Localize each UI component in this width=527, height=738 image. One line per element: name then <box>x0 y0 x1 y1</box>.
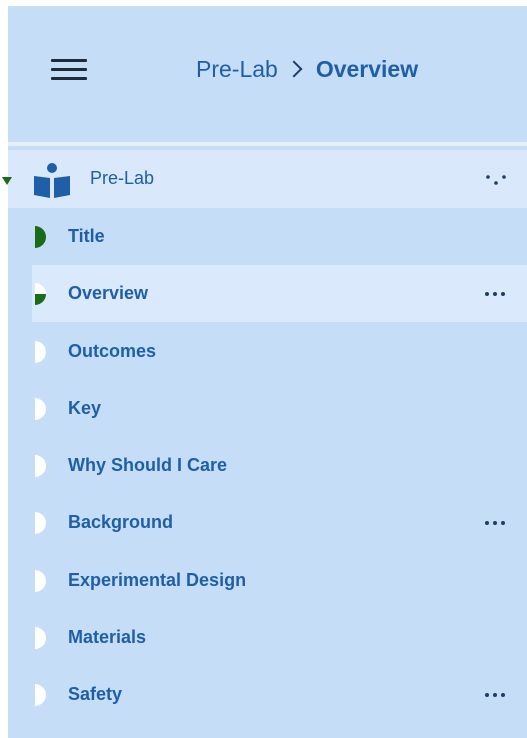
section-label: Pre-Lab <box>90 168 155 188</box>
nav-item-safety[interactable]: Safety <box>8 666 527 723</box>
nav-item-label: Experimental Design <box>68 569 247 590</box>
section-header-pre-lab[interactable]: Pre-Lab <box>2 150 527 208</box>
incomplete-progress-icon <box>35 397 46 420</box>
complete-progress-icon <box>35 226 46 248</box>
nav-item-title[interactable]: Title <box>8 208 527 265</box>
nav-item-label: Key <box>68 397 102 418</box>
nav-item-outcomes[interactable]: Outcomes <box>8 323 527 380</box>
breadcrumb-current-page: Overview <box>315 55 419 82</box>
incomplete-progress-icon <box>35 455 46 478</box>
nav-item-label: Why Should I Care <box>68 455 228 476</box>
breadcrumb-parent-link[interactable]: Pre-Lab <box>196 56 278 83</box>
nav-item-label: Title <box>68 226 105 246</box>
nav-item-overview[interactable]: Overview <box>8 265 527 323</box>
nav-list: Title Overview Outcomes Key Why Should I Car… <box>8 208 527 724</box>
nav-item-label: Overview <box>68 283 149 304</box>
panel-header: Pre-Lab Overview <box>8 6 527 142</box>
nav-item-label: Materials <box>68 627 147 648</box>
incomplete-progress-icon <box>35 627 46 650</box>
nav-item-experimental-design[interactable]: Experimental Design <box>8 552 527 609</box>
nav-item-key[interactable]: Key <box>8 380 527 437</box>
expanded-caret-icon <box>2 177 12 185</box>
chevron-right-icon <box>285 60 303 78</box>
nav-item-label: Outcomes <box>68 340 157 361</box>
incomplete-progress-icon <box>35 569 46 592</box>
navigation-panel: Pre-Lab Overview Pre-Lab Title Overview Ou… <box>2 6 527 738</box>
incomplete-progress-icon <box>35 512 46 535</box>
breadcrumb: Pre-Lab Overview <box>196 54 418 84</box>
hamburger-menu-icon[interactable] <box>51 56 87 82</box>
more-options-icon[interactable] <box>484 520 506 526</box>
incomplete-progress-icon <box>35 684 46 707</box>
nav-item-label: Safety <box>68 684 123 705</box>
incomplete-progress-icon <box>35 340 46 363</box>
reader-book-icon <box>34 163 70 198</box>
nav-item-why-should-i-care[interactable]: Why Should I Care <box>8 437 527 494</box>
nav-item-background[interactable]: Background <box>8 494 527 551</box>
header-divider <box>8 142 527 146</box>
nav-item-label: Background <box>68 512 174 533</box>
more-options-icon[interactable] <box>484 291 506 297</box>
partial-progress-icon <box>35 283 46 306</box>
more-options-icon[interactable] <box>484 692 506 698</box>
nav-item-materials[interactable]: Materials <box>8 609 527 666</box>
scattered-dots-icon[interactable] <box>484 172 508 188</box>
